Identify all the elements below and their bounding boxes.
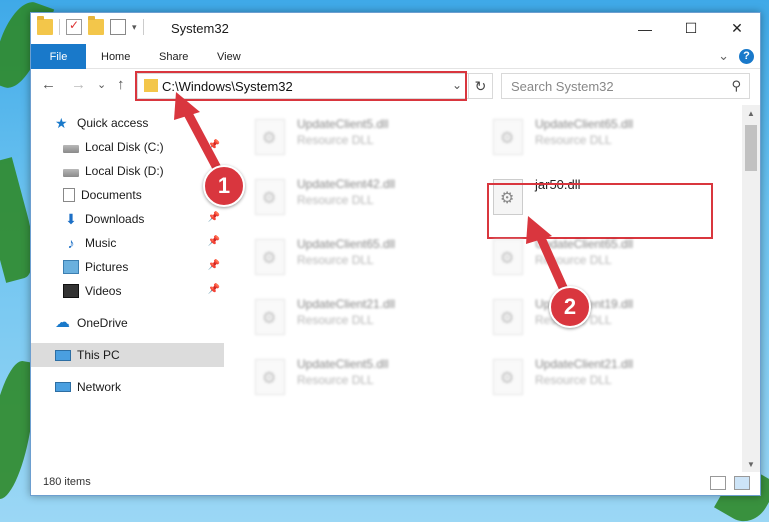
- arrowhead-2: [526, 216, 552, 244]
- arrowhead-1: [174, 92, 200, 120]
- arrow-1: [180, 103, 223, 175]
- callout-1: 1: [203, 165, 245, 207]
- callout-2: 2: [549, 286, 591, 328]
- annotation-arrows: [174, 92, 570, 297]
- arrow-2: [535, 231, 570, 297]
